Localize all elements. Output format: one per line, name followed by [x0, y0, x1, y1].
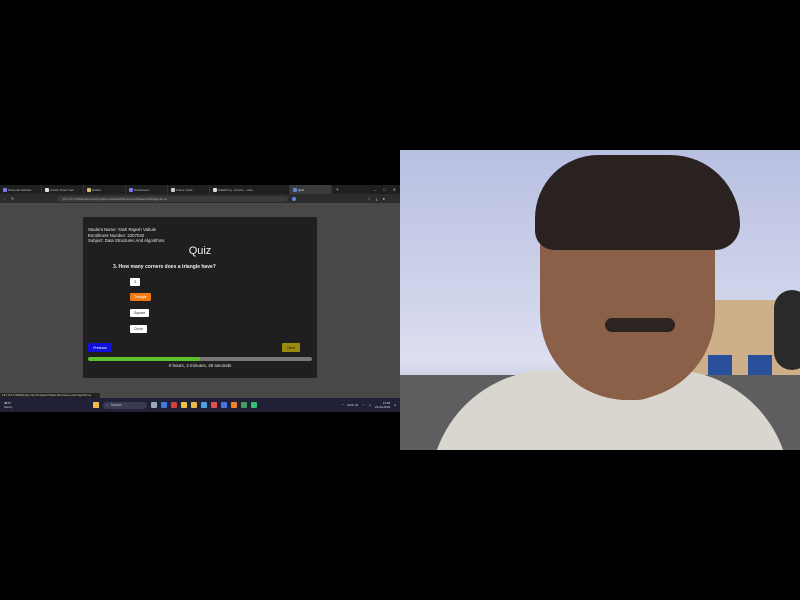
reload-icon[interactable]: ↻ — [11, 196, 14, 201]
timer-text: 0 hours, 3 minutes, 45 seconds — [168, 363, 232, 368]
back-icon[interactable]: ← — [3, 196, 7, 201]
browser-tab[interactable]: Github — [84, 185, 126, 194]
chrome-icon[interactable] — [180, 402, 187, 408]
store-icon[interactable] — [200, 402, 207, 408]
tab-favicon-icon — [171, 187, 175, 192]
close-icon[interactable]: ✕ — [393, 187, 396, 192]
windows-taskbar: 34°C Sunny ⌕ Search ^ ENG IN ◠ ◁ 14:05 2… — [0, 398, 400, 412]
browser-tab-active[interactable]: Quiz — [290, 185, 332, 194]
tab-favicon-icon — [129, 187, 133, 192]
wifi-icon[interactable]: ◠ — [362, 403, 365, 407]
extension-icon[interactable] — [292, 196, 297, 201]
student-name: Student Name: Yash Rajesh Vahule — [88, 227, 157, 232]
window-controls: – □ ✕ — [374, 187, 400, 192]
browser-tab[interactable]: Artistic Proof Cam — [42, 185, 84, 194]
browser-tab[interactable]: Stabilizing - Proctor - Hunt — [210, 185, 290, 194]
browser-tab[interactable]: Dashboard — [126, 185, 168, 194]
tab-label: Artistic Proof Cam — [50, 187, 75, 192]
app-icon[interactable] — [170, 402, 177, 408]
tab-label: Frame Tools — [176, 187, 193, 192]
edge-icon[interactable] — [160, 402, 167, 408]
meeting-stage: Personal Website Artistic Proof Cam Gith… — [0, 0, 800, 600]
browser-tabbar: Personal Website Artistic Proof Cam Gith… — [0, 185, 400, 194]
tab-label: Dashboard — [134, 187, 149, 192]
option-button-selected[interactable]: Triangle — [130, 293, 151, 301]
student-info: Student Name: Yash Rajesh Vahule Enrollm… — [88, 227, 164, 244]
next-button[interactable]: Next — [282, 343, 300, 352]
minimize-icon[interactable]: – — [374, 187, 376, 192]
webcam-feed — [400, 150, 800, 450]
previous-button[interactable]: Previous — [88, 343, 112, 352]
system-tray: ^ ENG IN ◠ ◁ 14:05 23-04-2024 ● — [342, 401, 400, 409]
weather-widget[interactable]: 34°C Sunny — [0, 401, 13, 409]
task-view-icon[interactable] — [150, 402, 157, 408]
browser-tab[interactable]: Frame Tools — [168, 185, 210, 194]
tab-favicon-icon — [87, 187, 91, 192]
language-indicator[interactable]: ENG IN — [348, 403, 358, 407]
menu-icon[interactable]: ⋮ — [390, 196, 394, 201]
office-icon[interactable] — [210, 402, 217, 408]
weather-desc: Sunny — [4, 405, 13, 409]
shared-screen: Personal Website Artistic Proof Cam Gith… — [0, 185, 400, 412]
profile-icon[interactable]: ● — [383, 196, 385, 201]
maximize-icon[interactable]: □ — [383, 187, 385, 192]
quiz-card: Student Name: Yash Rajesh Vahule Enrollm… — [83, 217, 317, 378]
person-hair — [535, 155, 740, 250]
start-icon[interactable] — [92, 402, 99, 408]
tab-favicon-icon — [293, 187, 297, 192]
quiz-title: Quiz — [188, 245, 212, 257]
volume-icon[interactable]: ◁ — [369, 403, 371, 407]
progress-fill — [88, 357, 200, 361]
new-tab-icon[interactable]: + — [332, 187, 343, 193]
search-placeholder: Search — [110, 403, 122, 407]
option-button[interactable]: Circle — [130, 325, 147, 333]
progress-bar — [88, 357, 312, 361]
bookmark-icon[interactable]: ☆ — [367, 196, 371, 201]
tab-favicon-icon — [213, 187, 217, 192]
tab-favicon-icon — [45, 187, 49, 192]
vscode-icon[interactable] — [220, 402, 227, 408]
app-icon[interactable] — [230, 402, 237, 408]
tab-label: Github — [92, 187, 101, 192]
app-icon[interactable] — [250, 402, 257, 408]
clock-date: 23-04-2024 — [374, 405, 391, 409]
url-field[interactable]: 127.0.0.1:5500/index.html?subject=Data%2… — [58, 195, 289, 202]
question-text: 3. How many corners does a triangle have… — [113, 264, 216, 270]
search-icon: ⌕ — [106, 403, 109, 407]
download-icon[interactable]: ⤓ — [376, 196, 378, 201]
file-explorer-icon[interactable] — [190, 402, 197, 408]
option-button[interactable]: Square — [130, 309, 150, 317]
browser-toolbar: ☆ ⤓ ● ⋮ — [367, 196, 400, 201]
subject-name: Subject: Data Structures And Algorithms — [88, 238, 165, 243]
tab-label: Stabilizing - Proctor - Hunt — [218, 187, 254, 192]
browser-tab[interactable]: Personal Website — [0, 185, 42, 194]
notification-icon[interactable]: ● — [394, 403, 396, 407]
browser-page: Student Name: Yash Rajesh Vahule Enrollm… — [0, 203, 400, 393]
option-button[interactable]: 3 — [130, 278, 140, 286]
tab-favicon-icon — [3, 187, 7, 192]
tab-label: Quiz — [298, 187, 305, 192]
foreground-object — [774, 290, 800, 370]
taskbar-apps: ⌕ Search — [92, 401, 257, 409]
tab-label: Personal Website — [8, 187, 32, 192]
clock[interactable]: 14:05 23-04-2024 — [375, 401, 390, 409]
browser-addressbar: ← ↻ 127.0.0.1:5500/index.html?subject=Da… — [0, 194, 400, 203]
app-icon[interactable] — [240, 402, 247, 408]
person-moustache — [605, 318, 675, 332]
tray-chevron-icon[interactable]: ^ — [342, 403, 343, 407]
taskbar-search[interactable]: ⌕ Search — [102, 401, 147, 409]
